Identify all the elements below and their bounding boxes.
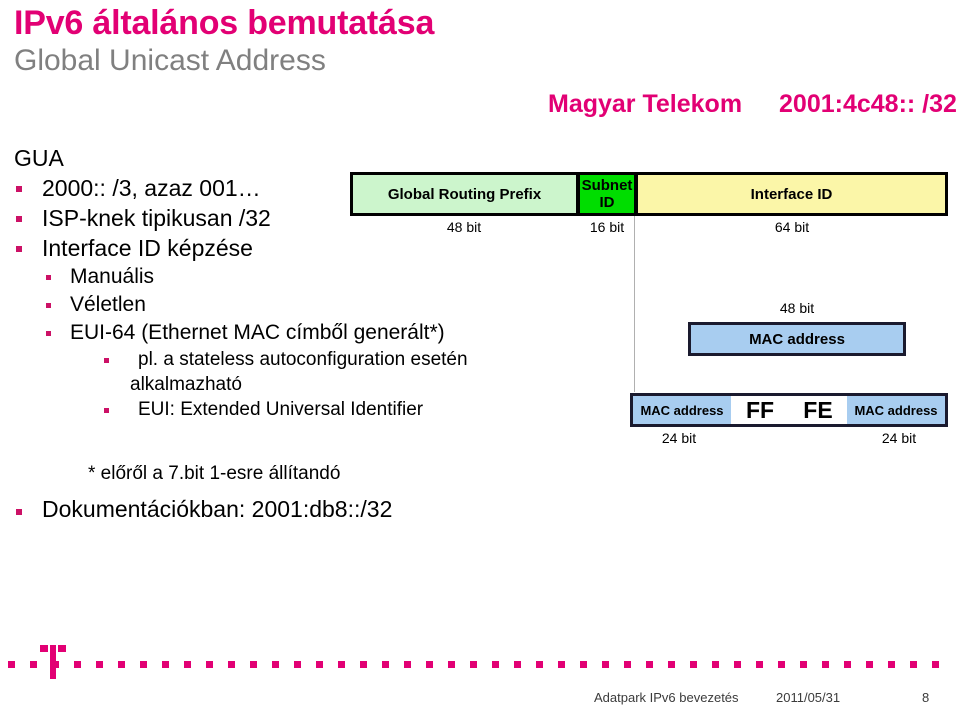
bullet-square-icon <box>46 303 51 308</box>
bullet-square-icon <box>46 331 51 336</box>
logo-bar-left <box>40 645 48 652</box>
segment-interface-id: Interface ID <box>636 172 948 216</box>
segment-subnet-id: Subnet ID <box>578 172 636 216</box>
logo-stem <box>50 645 56 679</box>
bit-label-eui-left: 24 bit <box>661 430 697 446</box>
documentation-prefix-line: Dokumentációkban: 2001:db8::/32 <box>12 496 392 523</box>
bit-label-mac48: 48 bit <box>779 300 815 316</box>
bullet-square-icon <box>104 408 109 413</box>
bit-label-subnet-id: 16 bit <box>589 219 625 235</box>
eui-cell-fe: FE <box>789 396 847 424</box>
bullet-square-icon <box>104 358 109 363</box>
eui64-bar: MAC address FF FE MAC address <box>630 393 948 427</box>
eui-cell-label: FE <box>803 396 833 423</box>
mac-address-label: MAC address <box>749 330 845 348</box>
address-structure-diagram: Global Routing Prefix Subnet ID Interfac… <box>350 172 948 216</box>
dotted-rule-divider <box>8 661 952 668</box>
list-item-label: EUI-64 (Ethernet MAC címből generált*) <box>70 321 445 344</box>
footnote: * előről a 7.bit 1-esre állítandó <box>88 463 341 484</box>
footer-page-number: 8 <box>922 690 930 705</box>
segment-label-line2: ID <box>599 194 615 211</box>
bullet-square-icon <box>16 186 22 192</box>
list-item-label: EUI: Extended Universal Identifier <box>138 399 424 420</box>
list-item-label-line1: pl. a stateless autoconfiguration esetén <box>138 349 468 370</box>
eui-cell-ff: FF <box>731 396 789 424</box>
mac-address-box: MAC address <box>688 322 906 356</box>
eui-cell-label: FF <box>745 396 775 423</box>
bit-label-eui-right: 24 bit <box>881 430 917 446</box>
bullet-square-icon <box>16 216 22 222</box>
list-item: EUI: Extended Universal Identifier <box>12 397 532 422</box>
eui-cell-mac-left: MAC address <box>633 396 731 424</box>
list-item-label: Véletlen <box>70 293 146 316</box>
footer-title: Adatpark IPv6 bevezetés <box>594 690 739 705</box>
segment-label: Global Routing Prefix <box>387 185 542 203</box>
slide-subtitle: Global Unicast Address <box>14 44 326 77</box>
eui-cell-label: MAC address <box>854 402 938 418</box>
list-item-label: pl. a stateless autoconfiguration esetén… <box>130 347 532 397</box>
telekom-t-logo-icon <box>40 645 66 679</box>
operator-prefix-note: Magyar Telekom 2001:4c48:: /32 <box>548 90 957 119</box>
list-item: Interface ID képzése <box>12 233 532 263</box>
list-item-label: Interface ID képzése <box>42 235 253 261</box>
list-item: Véletlen <box>12 291 532 319</box>
eui-cell-mac-right: MAC address <box>847 396 945 424</box>
operator-prefix: 2001:4c48:: /32 <box>779 90 957 118</box>
list-item: pl. a stateless autoconfiguration esetén… <box>12 347 532 397</box>
list-item-label: Manuális <box>70 265 155 288</box>
operator-name: Magyar Telekom <box>548 90 743 118</box>
bullet-square-icon <box>46 275 51 280</box>
bit-label-global-routing-prefix: 48 bit <box>446 219 482 235</box>
segment-label: Interface ID <box>750 185 833 203</box>
list-item-label-line2: alkalmazható <box>130 374 242 395</box>
eui-cell-label: MAC address <box>640 402 724 418</box>
footer-date: 2011/05/31 <box>776 690 841 705</box>
logo-bar-right <box>58 645 66 652</box>
bit-label-interface-id: 64 bit <box>774 219 810 235</box>
slide-title: IPv6 általános bemutatása <box>14 4 435 42</box>
slide: IPv6 általános bemutatása Global Unicast… <box>0 0 960 715</box>
segment-label-line1: Subnet <box>581 177 633 194</box>
documentation-prefix-label: Dokumentációkban: 2001:db8::/32 <box>42 496 393 522</box>
bullet-square-icon <box>16 509 22 515</box>
bullet-square-icon <box>16 246 22 252</box>
vertical-divider <box>634 216 635 392</box>
list-item: Manuális <box>12 263 532 291</box>
segment-label: Subnet ID <box>582 177 633 211</box>
bullet-list-heading: GUA <box>14 145 64 171</box>
list-item: EUI-64 (Ethernet MAC címből generált*) <box>12 319 532 347</box>
segment-global-routing-prefix: Global Routing Prefix <box>350 172 578 216</box>
